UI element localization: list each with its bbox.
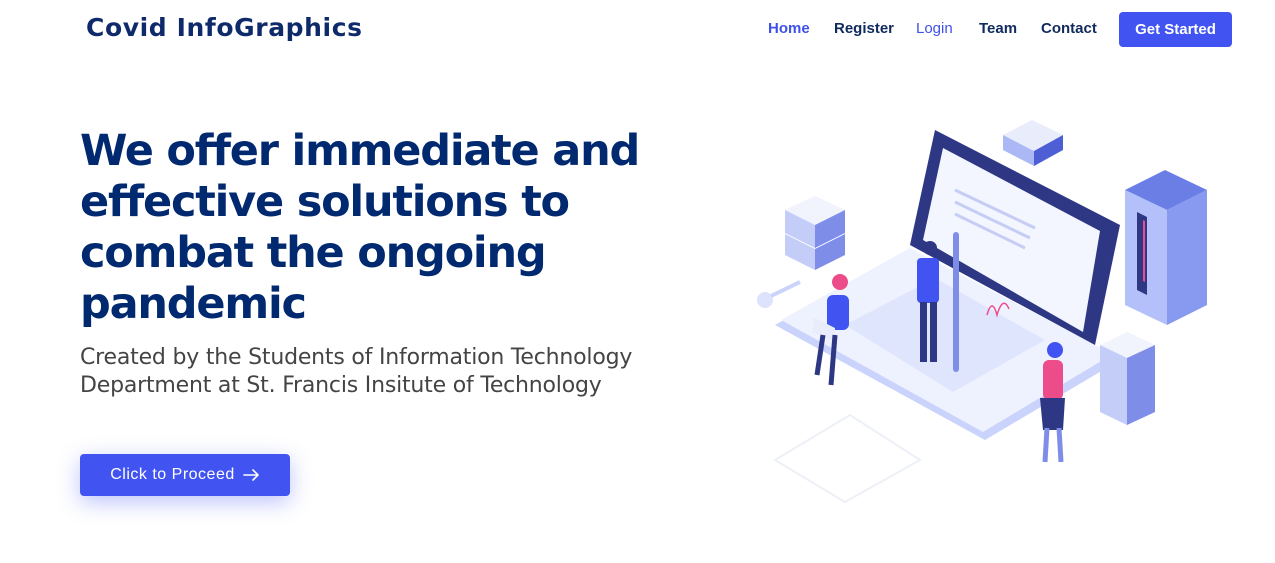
hero-title: We offer immediate and effective solutio… [80,126,640,329]
hero-illustration [757,120,1207,504]
nav-home[interactable]: Home [768,20,810,37]
get-started-button[interactable]: Get Started [1119,12,1232,47]
nav-login[interactable]: Login [916,20,953,37]
brand-logo[interactable]: Covid InfoGraphics [86,13,363,42]
arrow-right-icon [242,469,259,481]
nav-contact[interactable]: Contact [1041,20,1097,37]
proceed-button[interactable]: Click to Proceed [80,454,290,496]
nav-register[interactable]: Register [834,20,894,37]
proceed-button-label: Click to Proceed [110,466,235,483]
nav-team[interactable]: Team [979,20,1017,37]
hero-subtitle: Created by the Students of Information T… [80,345,633,398]
